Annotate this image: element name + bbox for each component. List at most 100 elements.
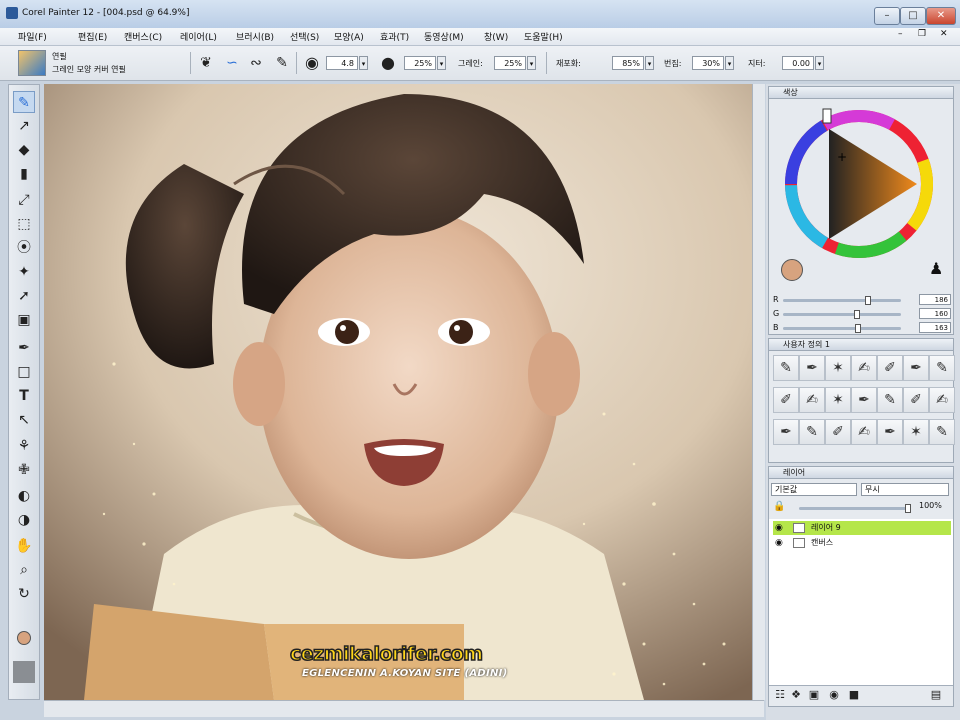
layer-opacity-thumb[interactable] [905, 504, 911, 513]
brush-variant-icon[interactable]: ✍ [851, 355, 877, 381]
menu-file[interactable]: 파일(F) [18, 30, 47, 43]
visibility-eye-icon[interactable]: ◉ [775, 521, 783, 535]
red-value[interactable]: 186 [919, 294, 951, 305]
rotate-page-tool-icon[interactable]: ↻ [13, 583, 35, 605]
brush-variant-icon[interactable]: ✎ [929, 355, 955, 381]
grain-dropdown[interactable]: ▾ [527, 56, 536, 70]
grabber-tool-icon[interactable]: ✋ [13, 535, 35, 557]
resat-dropdown[interactable]: ▾ [645, 56, 654, 70]
crop-tool-icon[interactable]: ▣ [13, 309, 35, 331]
brush-variant-icon[interactable]: ✐ [903, 387, 929, 413]
green-value[interactable]: 160 [919, 308, 951, 319]
eraser-tool-icon[interactable]: ▮ [13, 163, 35, 185]
brush-variant-icon[interactable]: ✎ [929, 419, 955, 445]
menu-effects[interactable]: 효과(T) [380, 30, 409, 43]
size-field[interactable]: 4.8 [326, 56, 358, 70]
brush-variant-label[interactable]: 그레인 모양 커버 연필 [52, 64, 126, 75]
opacity-field[interactable]: 25% [404, 56, 436, 70]
brush-variant-icon[interactable]: ✒ [773, 419, 799, 445]
freehand-stroke-icon[interactable]: ∽ [222, 54, 242, 72]
brush-variant-icon[interactable]: ✐ [877, 355, 903, 381]
lock-layer-icon[interactable]: ■ [847, 688, 861, 702]
brush-variant-icon[interactable]: ✍ [851, 419, 877, 445]
brush-variant-icon[interactable]: ✒ [903, 355, 929, 381]
menu-shape[interactable]: 모양(A) [334, 30, 364, 43]
new-layer-mask-icon[interactable]: ▣ [807, 688, 821, 702]
blue-slider[interactable] [783, 324, 901, 333]
horizontal-scrollbar[interactable] [44, 700, 764, 717]
layer-opacity-slider[interactable] [799, 504, 911, 513]
brush-variant-icon[interactable]: ✒ [877, 419, 903, 445]
red-slider-thumb[interactable] [865, 296, 871, 305]
grain-field[interactable]: 25% [494, 56, 526, 70]
color-panel-header[interactable]: 색상 [768, 86, 954, 99]
size-dropdown[interactable]: ▾ [359, 56, 368, 70]
menu-layer[interactable]: 레이어(L) [180, 30, 217, 43]
canvas[interactable] [44, 84, 764, 700]
clone-color-icon[interactable]: ♟ [929, 259, 943, 278]
green-slider[interactable] [783, 310, 901, 319]
layer-adjuster-tool-icon[interactable]: ⤢ [13, 189, 35, 211]
cloner-tool-icon[interactable]: ⚘ [13, 435, 35, 457]
green-slider-thumb[interactable] [854, 310, 860, 319]
maximize-button[interactable]: □ [900, 7, 926, 25]
brush-category-label[interactable]: 연필 [52, 51, 67, 62]
brush-variant-icon[interactable]: ✎ [773, 355, 799, 381]
delete-layer-icon[interactable]: ▤ [929, 688, 943, 702]
menu-movie[interactable]: 동영상(M) [424, 30, 464, 43]
visibility-eye-icon[interactable]: ◉ [775, 536, 783, 550]
brush-variant-icon[interactable]: ✎ [877, 387, 903, 413]
lock-mode-select[interactable]: 무시 [861, 483, 949, 496]
doc-close-button[interactable]: ✕ [940, 29, 948, 39]
lasso-tool-icon[interactable]: ⦿ [13, 237, 35, 259]
dropper-tool-icon[interactable]: ↗ [13, 115, 35, 137]
straight-line-icon[interactable]: ∾ [246, 54, 266, 72]
main-color-swatch[interactable] [13, 627, 35, 649]
paper-selector-icon[interactable] [13, 661, 35, 683]
red-slider[interactable] [783, 296, 901, 305]
brush-variant-icon[interactable]: ✐ [773, 387, 799, 413]
layer-row-layer9[interactable]: ◉ 레이어 9 [773, 521, 951, 535]
dodge-tool-icon[interactable]: ◐ [13, 485, 35, 507]
close-button[interactable]: ✕ [926, 7, 956, 25]
brush-variant-icon[interactable]: ✶ [903, 419, 929, 445]
rect-select-tool-icon[interactable]: ⬚ [13, 213, 35, 235]
layer-commands-icon[interactable]: ☷ [773, 688, 787, 702]
current-color-swatch[interactable] [781, 259, 803, 281]
brush-variant-icon[interactable]: ✶ [825, 355, 851, 381]
doc-minimize-button[interactable]: – [898, 29, 903, 39]
menu-select[interactable]: 선택(S) [290, 30, 319, 43]
brush-category-icon[interactable] [18, 50, 46, 76]
bleed-field[interactable]: 30% [692, 56, 724, 70]
brush-variant-icon[interactable]: ✒ [851, 387, 877, 413]
paint-bucket-tool-icon[interactable]: ◆ [13, 139, 35, 161]
reset-tool-icon[interactable]: ✎ [272, 54, 292, 72]
jitter-dropdown[interactable]: ▾ [815, 56, 824, 70]
menu-brush[interactable]: 브러시(B) [236, 30, 274, 43]
pen-tool-icon[interactable]: ✒ [13, 337, 35, 359]
menu-window[interactable]: 창(W) [484, 30, 508, 43]
new-layer-icon[interactable]: ◉ [827, 688, 841, 702]
brush-variant-icon[interactable]: ✶ [825, 387, 851, 413]
dynamic-plugins-icon[interactable]: ❖ [789, 688, 803, 702]
brush-tool-icon[interactable]: ✎ [13, 91, 35, 113]
mirror-tool-icon[interactable]: ◑ [13, 509, 35, 531]
composite-method-select[interactable]: 기본값 [771, 483, 857, 496]
text-tool-icon[interactable]: T [13, 385, 35, 407]
opacity-dropdown[interactable]: ▾ [437, 56, 446, 70]
selection-adjuster-tool-icon[interactable]: ➚ [13, 285, 35, 307]
brush-dab-icon[interactable]: ❦ [196, 54, 216, 72]
magnifier-tool-icon[interactable]: ⌕ [13, 559, 35, 581]
brush-variant-icon[interactable]: ✎ [799, 419, 825, 445]
layer-lock-icon[interactable]: 🔒 [773, 501, 785, 512]
doc-restore-button[interactable]: ❐ [918, 29, 926, 39]
brush-variant-icon[interactable]: ✍ [929, 387, 955, 413]
layers-panel-header[interactable]: 레이어 [768, 466, 954, 479]
magic-wand-tool-icon[interactable]: ✦ [13, 261, 35, 283]
menu-edit[interactable]: 편집(E) [78, 30, 107, 43]
brushes-panel-header[interactable]: 사용자 정의 1 [768, 338, 954, 351]
layer-opacity-value[interactable]: 100% [919, 501, 942, 510]
blue-slider-thumb[interactable] [855, 324, 861, 333]
jitter-field[interactable]: 0.00 [782, 56, 814, 70]
resat-field[interactable]: 85% [612, 56, 644, 70]
